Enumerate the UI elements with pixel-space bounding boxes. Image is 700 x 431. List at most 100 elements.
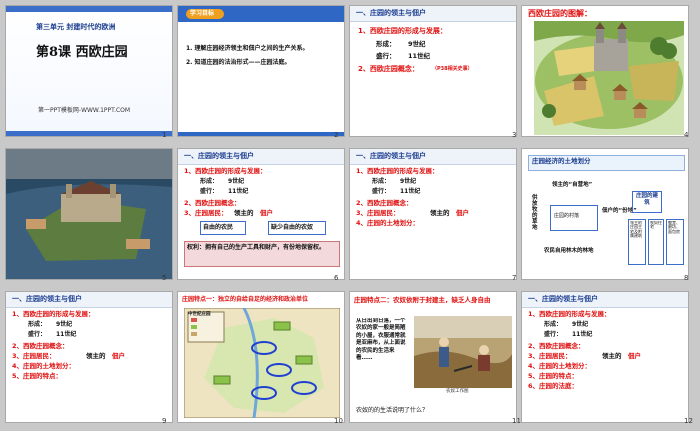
slide-thumb-3[interactable]: 一、庄园的领主与佃户 1、西欧庄园的形成与发展： 形成： 9世纪 盛行： 11世…: [349, 5, 517, 137]
item-3: 3、庄园居民：: [184, 209, 228, 217]
slide-bottom-band: [178, 132, 344, 136]
slide-thumb-12[interactable]: 一、庄园的领主与佃户 1、西欧庄园的形成与发展： 形成： 9世纪 盛行： 11世…: [521, 291, 689, 423]
item-2: 2、西欧庄园概念：: [184, 199, 241, 207]
manor-illustration: [534, 21, 684, 135]
item-5: 5、庄园的特点：: [12, 372, 63, 380]
slide-thumb-2[interactable]: 学习目标 1. 理解庄园经济领主和佃户之间的生产关系。 2. 知道庄园的法治形式…: [177, 5, 345, 137]
item-3: 3、庄园居民：: [356, 209, 400, 217]
pop-value: 11世纪: [408, 52, 431, 60]
question: 农奴的的生活说明了什么？: [356, 407, 429, 414]
slide-number: 10: [334, 417, 343, 425]
lord-label: 领主的: [234, 209, 254, 217]
pop-label: 盛行：: [200, 188, 219, 195]
tenant-label: 佃户: [260, 209, 273, 217]
item-2: 2、西欧庄园概念：: [358, 65, 419, 73]
slide-header: 一、庄园的领主与佃户: [350, 149, 516, 165]
caption: 西欧庄园的图解：: [528, 9, 592, 18]
item-4: 4、庄园的土地划分：: [528, 362, 592, 370]
slide-bottom-band: [6, 131, 172, 136]
form-value: 9世纪: [572, 321, 589, 328]
lord-land: 领主的“自营地”: [552, 182, 593, 188]
footer-text: 第一PPT模板网-WWW.1PPT.COM: [38, 107, 131, 114]
item-1: 1、西欧庄园的形成与发展：: [184, 167, 267, 175]
tenant-label: 佃户: [456, 209, 469, 217]
slide-thumb-10[interactable]: 庄园特点一：独立的自给自足的经济和政治单位 中世纪庄园: [177, 291, 345, 423]
item-3: 3、庄园居民：: [528, 352, 572, 360]
serf-painting: [414, 316, 512, 388]
form-value: 9世纪: [228, 178, 245, 185]
lesson-title: 第8课 西欧庄园: [36, 45, 128, 60]
wood-land: 农民自用林木的林地: [544, 248, 594, 254]
item-4: 4、庄园的土地划分：: [12, 362, 76, 370]
slide-thumb-7[interactable]: 一、庄园的领主与佃户 1、西欧庄园的形成与发展： 形成： 9世纪 盛行： 11世…: [349, 148, 517, 280]
slide-thumb-8[interactable]: 庄园经济的土地划分 庄园的村落 领主的“自营地” 供放牧的草地 佃户的“份地” …: [521, 148, 689, 280]
badge-label: 学习目标: [190, 10, 215, 17]
pop-label: 盛行：: [376, 52, 396, 60]
form-value: 9世纪: [400, 178, 417, 185]
pop-value: 11世纪: [400, 188, 421, 195]
form-value: 9世纪: [56, 321, 73, 328]
goal-1: 1. 理解庄园经济领主和佃户之间的生产关系。: [186, 45, 309, 52]
form-label: 形成：: [376, 40, 396, 48]
house-label: 庄园的村落: [554, 213, 580, 219]
building-text-2: 农奴住宅: [650, 221, 662, 230]
unit-title: 第三单元 封建时代的欧洲: [36, 23, 116, 31]
slide-title: 庄园特点一：独立的自给自足的经济和政治单位: [182, 296, 309, 303]
slide-number: 7: [512, 274, 517, 282]
heading: 一、庄园的领主与佃户: [528, 295, 598, 303]
slide-header: 一、庄园的领主与佃户: [6, 292, 172, 308]
slide-thumb-11[interactable]: 庄园特点二：农奴依附于封建主，缺乏人身自由 从日出到日落，一个农奴的家一般是简陋…: [349, 291, 517, 423]
slide-thumb-1[interactable]: 第三单元 封建时代的欧洲 第8课 西欧庄园 第一PPT模板网-WWW.1PPT.…: [5, 5, 173, 137]
pop-label: 盛行：: [28, 331, 47, 338]
pop-label: 盛行：: [372, 188, 391, 195]
heading: 一、庄园的领主与佃户: [12, 295, 82, 303]
building-text-3: 教堂、磨坊、面包房: [668, 221, 680, 234]
item-2: 2、西欧庄园概念：: [356, 199, 413, 207]
slide-thumb-9[interactable]: 一、庄园的领主与佃户 1、西欧庄园的形成与发展： 形成： 9世纪 盛行： 11世…: [5, 291, 173, 423]
slide-thumb-4[interactable]: 西欧庄园的图解：: [521, 5, 689, 137]
item-1: 1、西欧庄园的形成与发展：: [12, 310, 95, 318]
pop-value: 11世纪: [56, 331, 77, 338]
slide-header: 一、庄园的领主与佃户: [178, 149, 344, 165]
tenant-label: 佃户: [112, 352, 125, 360]
item-1: 1、西欧庄园的形成与发展：: [358, 27, 447, 35]
item-5: 5、庄园的特点：: [528, 372, 579, 380]
slide-number: 11: [512, 417, 521, 425]
tenant-label: 佃户: [628, 352, 641, 360]
item-2: 2、西欧庄园概念：: [12, 342, 69, 350]
heading: 一、庄园的领主与佃户: [356, 152, 426, 160]
form-label: 形成：: [28, 321, 47, 328]
note: （P38相关史事）: [432, 66, 473, 72]
slide-number: 4: [684, 131, 689, 139]
slide-number: 8: [684, 274, 689, 282]
slide-header: 一、庄园的领主与佃户: [522, 292, 688, 308]
form-label: 形成：: [200, 178, 219, 185]
slide-thumb-6[interactable]: 一、庄园的领主与佃户 1、西欧庄园的形成与发展： 形成： 9世纪 盛行： 11世…: [177, 148, 345, 280]
slide-title: 庄园经济的土地划分: [532, 157, 591, 165]
slide-header: 一、庄园的领主与佃户: [350, 6, 516, 22]
slide-number: 2: [334, 131, 339, 139]
item-1: 1、西欧庄园的形成与发展：: [356, 167, 439, 175]
pop-value: 11世纪: [572, 331, 593, 338]
lord-label: 领主的: [430, 209, 450, 217]
heading: 一、庄园的领主与佃户: [356, 9, 426, 17]
free-peasant: 自由的农民: [203, 224, 234, 231]
map-title: 中世纪庄园: [188, 312, 211, 317]
serf: 缺少自由的农奴: [271, 224, 314, 231]
item-1: 1、西欧庄园的形成与发展：: [528, 310, 611, 318]
slide-top-band: [6, 6, 172, 12]
building-text-1: 领主的庄园主宅及附属建筑: [630, 221, 642, 239]
item-6: 6、庄园的法庭：: [528, 382, 579, 390]
form-value: 9世纪: [408, 40, 426, 48]
form-label: 形成：: [544, 321, 563, 328]
item-3: 3、庄园居民：: [12, 352, 56, 360]
building-title: 庄园的建筑: [635, 193, 658, 206]
pop-value: 11世纪: [228, 188, 249, 195]
goal-2: 2. 知道庄园的法治形式——庄园法庭。: [186, 59, 291, 66]
slide-number: 6: [334, 274, 339, 282]
item-2: 2、西欧庄园概念：: [528, 342, 585, 350]
slide-thumb-5[interactable]: [5, 148, 173, 280]
heading: 一、庄园的领主与佃户: [184, 152, 254, 160]
slide-number: 1: [162, 131, 167, 139]
castle-photo: [6, 149, 172, 279]
